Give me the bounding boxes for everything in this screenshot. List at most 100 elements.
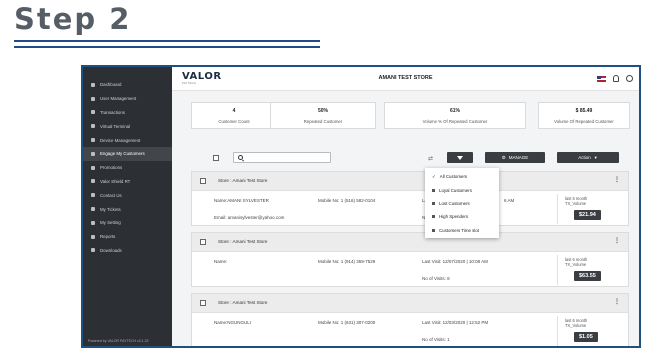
customer-name: Name:NGUNGULI: [214, 320, 252, 325]
device-icon: [91, 138, 95, 143]
filter-option-all-customers[interactable]: ✓ All Customers: [425, 170, 499, 183]
filter-option-loyal-customers[interactable]: Loyal Customers: [425, 183, 499, 196]
sidebar-item-my-setting[interactable]: My Setting: [83, 216, 172, 230]
sidebar-item-label: Promotions: [100, 165, 123, 171]
downloads-icon: [91, 248, 95, 253]
stat-value: 61%: [449, 108, 460, 114]
customer-name: Name:: [214, 259, 228, 264]
tx-volume-label: last 6 month TX_Volume: [565, 318, 587, 328]
sidebar: Dashboard User Management Transactions V…: [83, 67, 172, 346]
tx-volume-badge: $21.94: [574, 210, 601, 220]
sidebar-item-user-management[interactable]: User Management: [83, 92, 172, 106]
customer-last-visit: Last Visit: 12/03/2020 | 12:52 PM: [422, 320, 489, 325]
us-flag-icon[interactable]: [597, 75, 606, 82]
customer-checkbox[interactable]: [200, 300, 206, 306]
sidebar-item-engage-my-customers[interactable]: Engage My Customers: [83, 146, 172, 161]
volume-label: TX_Volume: [565, 323, 587, 328]
action-button[interactable]: Action ▼: [557, 152, 619, 163]
sidebar-item-label: User Management: [100, 96, 137, 102]
stat-value: 50%: [317, 108, 328, 114]
sidebar-item-downloads[interactable]: Downloads: [83, 244, 172, 258]
filter-button[interactable]: [447, 152, 473, 163]
stat-card-volume-repeated: $ 85.49 Volume Of Repeated Customer: [538, 102, 630, 129]
stat-label: Repeated Customer: [303, 119, 343, 124]
sort-icon[interactable]: ⇄: [428, 155, 433, 162]
filter-option-label: All Customers: [439, 174, 468, 180]
lost-icon: [432, 201, 435, 205]
sidebar-item-contact-us[interactable]: Contact Us: [83, 188, 172, 202]
sidebar-item-virtual-terminal[interactable]: Virtual Terminal: [83, 119, 172, 133]
stat-label: Volume Of Repeated Customer: [554, 119, 614, 124]
sidebar-item-device-management[interactable]: Device Management: [83, 133, 172, 147]
customer-checkbox[interactable]: [200, 178, 206, 184]
select-all-checkbox[interactable]: [213, 155, 219, 161]
dashboard-icon: [91, 82, 95, 87]
customer-visits: No of Visits: 1: [422, 337, 450, 342]
stat-label: Customer Count: [218, 119, 250, 124]
transactions-icon: [91, 110, 95, 115]
sidebar-item-label: Contact Us: [100, 192, 122, 198]
filter-option-high-spenders[interactable]: High Spenders: [425, 210, 499, 223]
filter-icon: [457, 155, 463, 160]
search-input[interactable]: [233, 152, 331, 163]
stat-card-volume-percent: 61% Volume % Of Repeated Customer: [384, 102, 526, 129]
stat-card-customer-count: 4 Customer Count: [191, 102, 277, 129]
sidebar-item-valor-shield[interactable]: Valor Shield RT: [83, 175, 172, 189]
customer-mobile: Mobile No: 1 (914) 359-7529: [318, 259, 376, 264]
customer-card: Store : Amani Test Store ⋮ Name: Mobile …: [191, 232, 629, 287]
gear-icon: ⚙: [501, 154, 506, 160]
promotions-icon: [91, 165, 95, 170]
customer-last-visit: Last Visit: 12/07/2020 | 10:08 AM: [422, 259, 488, 264]
sidebar-item-reports[interactable]: Reports: [83, 230, 172, 244]
high-spender-icon: [432, 215, 435, 219]
sidebar-item-label: Downloads: [100, 247, 122, 253]
title-underline: [14, 40, 320, 42]
action-button-label: Action: [578, 155, 591, 160]
manage-button[interactable]: ⚙ MANAGE: [485, 152, 545, 163]
manage-button-label: MANAGE: [508, 155, 529, 160]
more-options-icon[interactable]: ⋮: [614, 176, 620, 183]
customer-card: Store : Amani Test Store ⋮ Name:AMANI SY…: [191, 171, 629, 226]
filter-option-time-slot[interactable]: Customers Time slot: [425, 224, 499, 237]
shield-icon: [91, 179, 95, 184]
filter-option-lost-customers[interactable]: Lost Customers: [425, 197, 499, 210]
sidebar-item-label: Device Management: [100, 137, 141, 143]
sidebar-item-label: Transactions: [100, 109, 125, 115]
tx-volume-badge: $63.55: [574, 271, 601, 281]
bell-icon[interactable]: [613, 75, 619, 82]
app-screenshot-frame: Dashboard User Management Transactions V…: [81, 65, 641, 348]
sidebar-item-label: Engage My Customers: [100, 151, 145, 157]
tx-volume-label: last 6 month TX_Volume: [565, 257, 587, 267]
stat-card-repeated-customer: 50% Repeated Customer: [270, 102, 376, 129]
more-options-icon[interactable]: ⋮: [614, 298, 620, 305]
chevron-down-icon: ▼: [593, 155, 598, 160]
sidebar-item-label: My Setting: [100, 220, 121, 226]
powered-by-text: Powered by VALOR PAYTECH v3.1.23: [88, 339, 149, 343]
tx-volume-label: last 6 month TX_Volume: [565, 196, 587, 206]
sidebar-item-label: My Tickets: [100, 206, 121, 212]
logo-subtitle: PAYTECH: [182, 82, 196, 85]
stat-label: Volume % Of Repeated Customer: [422, 119, 488, 124]
customer-card: Store : Amani Test Store ⋮ Name:NGUNGULI…: [191, 293, 629, 346]
filter-option-label: Lost Customers: [439, 200, 470, 206]
tx-volume-badge: $1.05: [574, 332, 598, 342]
user-account-icon[interactable]: [626, 75, 633, 82]
top-bar: VALOR PAYTECH AMANI TEST STORE: [172, 67, 639, 91]
check-icon: ✓: [432, 173, 436, 179]
sidebar-item-dashboard[interactable]: Dashboard: [83, 78, 172, 92]
filter-option-label: Customers Time slot: [439, 227, 480, 233]
sidebar-item-my-tickets[interactable]: My Tickets: [83, 202, 172, 216]
sidebar-item-promotions[interactable]: Promotions: [83, 161, 172, 175]
customer-mobile: Mobile No: 1 (516) 582-0104: [318, 198, 376, 203]
step-title: Step 2: [14, 2, 132, 36]
more-options-icon[interactable]: ⋮: [614, 237, 620, 244]
search-icon: [238, 155, 243, 160]
stat-value: $ 85.49: [575, 108, 593, 114]
sidebar-item-transactions[interactable]: Transactions: [83, 106, 172, 120]
sidebar-item-label: Dashboard: [100, 82, 122, 88]
customer-name: Name:AMANI SYLVESTER: [214, 198, 269, 203]
sidebar-item-label: Reports: [100, 234, 116, 240]
divider: [557, 316, 558, 346]
loyal-icon: [432, 188, 435, 192]
customer-checkbox[interactable]: [200, 239, 206, 245]
